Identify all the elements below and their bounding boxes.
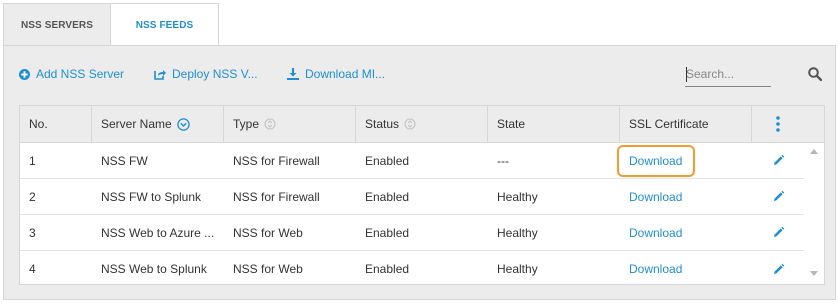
cell-no: 4 (29, 262, 36, 276)
download-icon (287, 68, 305, 80)
pencil-icon (773, 263, 784, 275)
ssl-download-label[interactable]: Download (629, 262, 682, 276)
cell-type: NSS for Firewall (233, 189, 320, 204)
table-header: No. Server Name Type Status State SSL Ce… (20, 106, 804, 143)
column-header-no: No. (20, 106, 92, 142)
column-header-status[interactable]: Status (356, 106, 488, 142)
download-mib-label: Download MI... (305, 67, 386, 81)
scroll-down-arrow-icon[interactable] (810, 271, 818, 276)
plus-circle-icon (19, 68, 36, 80)
cell-status: Enabled (365, 189, 410, 204)
text-cursor (686, 67, 687, 82)
search-icon[interactable] (808, 67, 823, 84)
cell-server-name: NSS Web to Splunk (101, 262, 207, 276)
column-header-type[interactable]: Type (224, 106, 356, 142)
cell-no: 2 (29, 189, 36, 204)
header-filler (804, 106, 824, 143)
pencil-icon (773, 191, 784, 202)
scroll-up-arrow-icon[interactable] (810, 149, 818, 154)
table-row[interactable]: 4 NSS Web to Splunk NSS for Web Enabled … (20, 251, 804, 287)
cell-server-name: NSS FW (101, 153, 148, 168)
tab-bar: NSS SERVERS NSS FEEDS (0, 0, 839, 46)
cell-status: Enabled (365, 262, 410, 276)
column-header-state: State (488, 106, 620, 142)
edit-button[interactable] (752, 143, 804, 178)
tab-nss-feeds[interactable]: NSS FEEDS (111, 3, 219, 46)
ssl-download-label[interactable]: Download (629, 190, 682, 204)
cell-state: Healthy (497, 225, 538, 240)
sort-icon[interactable] (404, 118, 416, 130)
cell-no: 3 (29, 225, 36, 240)
sort-icon[interactable] (264, 118, 276, 130)
add-nss-server-label: Add NSS Server (36, 67, 125, 81)
cell-state: --- (497, 153, 509, 168)
column-options-button[interactable] (752, 106, 804, 142)
edit-button[interactable] (752, 215, 804, 250)
column-header-ssl-certificate: SSL Certificate (620, 106, 752, 142)
cell-type: NSS for Web (233, 225, 303, 240)
ssl-download-link[interactable]: Download (620, 179, 752, 214)
edit-button[interactable] (752, 179, 804, 214)
cell-type: NSS for Web (233, 262, 303, 276)
cell-type: NSS for Firewall (233, 153, 320, 168)
ssl-download-link[interactable]: Download (620, 215, 752, 250)
cell-server-name: NSS FW to Splunk (101, 189, 202, 204)
deploy-nss-vm-label: Deploy NSS V... (172, 67, 258, 81)
search-input[interactable] (685, 63, 771, 85)
cell-no: 1 (29, 153, 36, 168)
sort-chevron-icon[interactable] (176, 117, 190, 131)
pencil-icon (773, 155, 784, 166)
nss-servers-table: No. Server Name Type Status State SSL Ce… (19, 105, 825, 285)
pencil-icon (773, 227, 784, 238)
highlight-outline (617, 145, 695, 177)
download-mib-button[interactable]: Download MI... (287, 67, 385, 81)
tab-nss-servers[interactable]: NSS SERVERS (3, 3, 111, 46)
search-box (685, 63, 771, 87)
table-row[interactable]: 3 NSS Web to Azure ... NSS for Web Enabl… (20, 215, 804, 251)
edit-button[interactable] (752, 251, 804, 287)
vertical-scrollbar[interactable] (804, 143, 824, 284)
deploy-nss-vm-button[interactable]: Deploy NSS V... (154, 67, 258, 81)
ssl-download-label[interactable]: Download (629, 226, 682, 240)
table-row[interactable]: 1 NSS FW NSS for Firewall Enabled --- Do… (20, 143, 804, 179)
add-nss-server-button[interactable]: Add NSS Server (19, 67, 124, 81)
cell-state: Healthy (497, 189, 538, 204)
cell-status: Enabled (365, 225, 410, 240)
ssl-download-link[interactable]: Download (620, 251, 752, 287)
content-panel: Add NSS Server Deploy NSS V... Download … (3, 45, 836, 300)
cell-state: Healthy (497, 262, 538, 276)
vertical-dots-icon (776, 116, 780, 132)
cell-status: Enabled (365, 153, 410, 168)
toolbar: Add NSS Server Deploy NSS V... Download … (4, 46, 835, 102)
share-icon (154, 68, 172, 80)
column-header-server-name[interactable]: Server Name (92, 106, 224, 142)
table-row[interactable]: 2 NSS FW to Splunk NSS for Firewall Enab… (20, 179, 804, 215)
cell-server-name: NSS Web to Azure ... (101, 225, 215, 240)
